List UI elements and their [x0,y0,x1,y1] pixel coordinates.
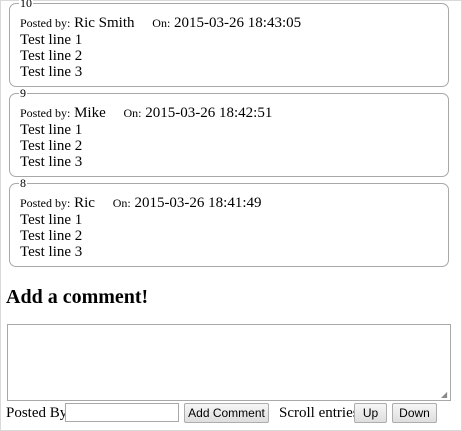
comment-timestamp: 2015-03-26 18:41:49 [134,195,262,211]
comment-line: Test line 1 [20,212,83,228]
scroll-down-button[interactable]: Down [392,403,437,423]
comment-number: 8 [19,176,27,190]
scroll-entries-label: Scroll entries: [279,405,363,421]
on-label: On: [112,196,131,210]
comment-body: Test line 1 Test line 2 Test line 3 [20,32,82,80]
comment-meta: Posted by: Ric Smith On: 2015-03-26 18:4… [20,15,301,32]
comment-entry: 8 Posted by: Ric On: 2015-03-26 18:41:49… [9,177,449,267]
comment-textarea[interactable] [7,324,451,401]
add-comment-heading: Add a comment! [6,286,149,308]
comment-body: Test line 1 Test line 2 Test line 3 [20,212,82,260]
comment-timestamp: 2015-03-26 18:42:51 [145,105,273,121]
comment-number: 10 [19,0,33,9]
add-comment-button[interactable]: Add Comment [184,403,269,423]
comment-number: 9 [19,86,27,100]
comment-meta: Posted by: Ric On: 2015-03-26 18:41:49 [20,195,262,212]
comment-author: Ric Smith [74,15,135,31]
comment-line: Test line 3 [20,64,83,80]
posted-by-label: Posted by: [20,16,71,30]
comment-line: Test line 2 [20,228,83,244]
comment-entry: 9 Posted by: Mike On: 2015-03-26 18:42:5… [9,87,449,177]
comment-author: Mike [74,105,106,121]
comment-line: Test line 2 [20,138,83,154]
comment-timestamp: 2015-03-26 18:43:05 [174,15,302,31]
comment-line: Test line 1 [20,32,83,48]
posted-by-input[interactable] [65,403,179,422]
scroll-up-button[interactable]: Up [354,403,387,423]
comment-line: Test line 3 [20,154,83,170]
posted-by-label: Posted by: [20,106,71,120]
posted-by-label: Posted by: [20,196,71,210]
posted-by-field-label: Posted By: [6,405,72,421]
comment-line: Test line 1 [20,122,83,138]
comment-body: Test line 1 Test line 2 Test line 3 [20,122,82,170]
comment-line: Test line 2 [20,48,83,64]
on-label: On: [152,16,171,30]
comment-line: Test line 3 [20,244,83,260]
resize-grip-icon[interactable]: ◢ [441,391,449,399]
comment-author: Ric [74,195,95,211]
on-label: On: [123,106,142,120]
comment-meta: Posted by: Mike On: 2015-03-26 18:42:51 [20,105,272,122]
comment-entry: 10 Posted by: Ric Smith On: 2015-03-26 1… [9,0,449,87]
